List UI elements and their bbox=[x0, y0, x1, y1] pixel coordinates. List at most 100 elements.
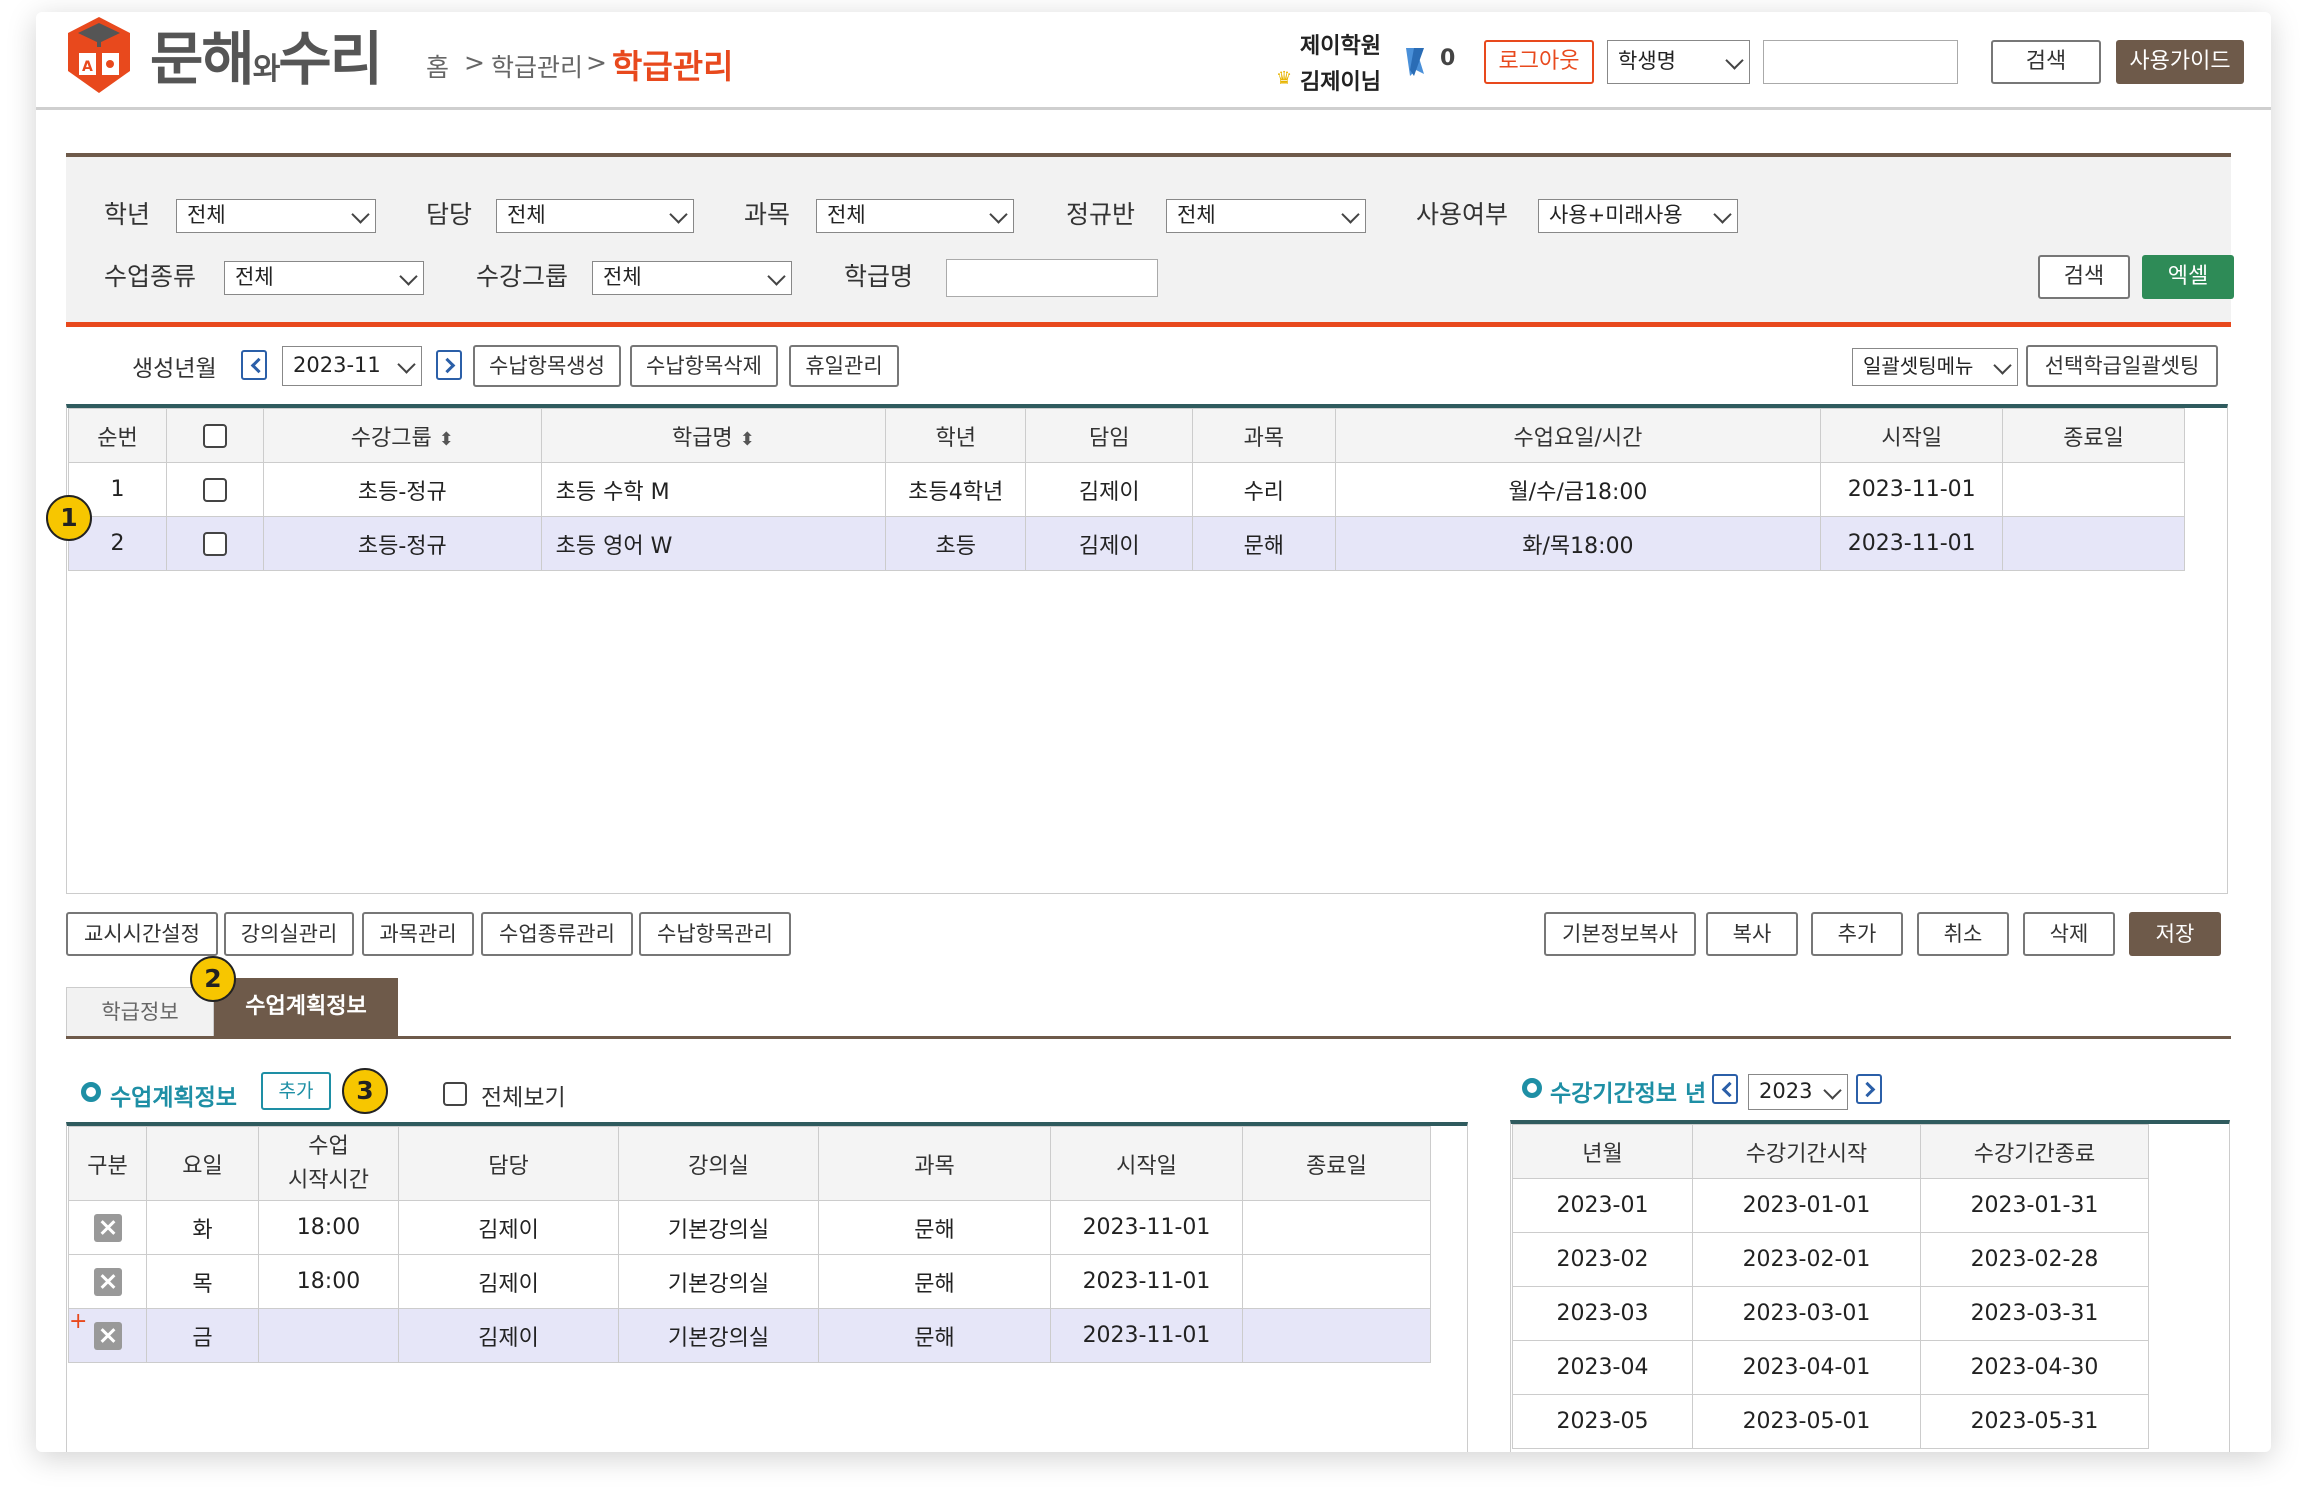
table-row[interactable]: 목 18:00 김제이 기본강의실 문해 2023-11-01 bbox=[68, 1254, 1431, 1309]
tab-plan-info[interactable]: 수업계획정보 bbox=[214, 978, 398, 1036]
chevron-down-icon bbox=[399, 267, 418, 286]
row-teacher: 김제이 bbox=[398, 1200, 619, 1255]
breadcrumb-class-manage[interactable]: 학급관리 bbox=[491, 48, 583, 84]
delete-button[interactable]: 삭제 bbox=[2023, 912, 2115, 956]
sort-icon[interactable]: ⬍ bbox=[439, 429, 454, 450]
breadcrumb-home[interactable]: 홈 bbox=[426, 48, 449, 84]
month-select[interactable]: 2023-11 bbox=[282, 346, 422, 386]
tab-class-info[interactable]: 학급정보 bbox=[66, 987, 214, 1036]
col-teacher: 담당 bbox=[398, 1126, 619, 1201]
batch-menu-value: 일괄셋팅메뉴 bbox=[1863, 354, 1974, 378]
next-month-icon[interactable] bbox=[436, 350, 462, 380]
row-checkbox[interactable] bbox=[202, 478, 227, 502]
plan-section-icon bbox=[81, 1082, 101, 1102]
app-window: A 문해와수리 홈 > 학급관리 > 학급관리 제이학원 ♛ 김제이님 0 로그… bbox=[36, 12, 2271, 1452]
subject-select[interactable]: 전체 bbox=[816, 199, 1014, 233]
row-checkbox[interactable] bbox=[202, 532, 227, 556]
table-row[interactable]: 2023-03 2023-03-01 2023-03-31 bbox=[1512, 1286, 2149, 1341]
teacher-label: 담당 bbox=[426, 200, 473, 229]
delete-row-icon[interactable] bbox=[93, 1213, 122, 1242]
save-button[interactable]: 저장 bbox=[2129, 912, 2221, 956]
classroom-button[interactable]: 강의실관리 bbox=[224, 912, 354, 956]
table-row[interactable]: + 금 김제이 기본강의실 문해 2023-11-01 bbox=[68, 1308, 1431, 1363]
svg-text:A: A bbox=[82, 59, 93, 75]
guide-button[interactable]: 사용가이드 bbox=[2116, 40, 2244, 84]
row-ym: 2023-03 bbox=[1512, 1286, 1693, 1341]
show-all-checkbox[interactable] bbox=[443, 1082, 467, 1106]
col-teacher: 담임 bbox=[1025, 408, 1194, 463]
filter-search-button[interactable]: 검색 bbox=[2038, 255, 2130, 299]
group-select[interactable]: 전체 bbox=[592, 261, 792, 295]
delete-fee-button[interactable]: 수납항목삭제 bbox=[630, 345, 778, 387]
ribbon-icon bbox=[1406, 48, 1424, 76]
row-end bbox=[2002, 516, 2185, 571]
period-section-icon bbox=[1522, 1078, 1542, 1098]
table-row[interactable]: 2023-05 2023-05-01 2023-05-31 bbox=[1512, 1394, 2149, 1449]
table-row[interactable]: 2 초등-정규 초등 영어 W 초등 김제이 문해 화/목18:00 2023-… bbox=[68, 516, 2185, 571]
chevron-down-icon bbox=[669, 205, 688, 224]
logout-button[interactable]: 로그아웃 bbox=[1484, 40, 1594, 84]
subject-manage-button[interactable]: 과목관리 bbox=[362, 912, 474, 956]
row-room: 기본강의실 bbox=[618, 1200, 819, 1255]
year-value: 2023 bbox=[1759, 1079, 1813, 1103]
row-kind bbox=[68, 1254, 147, 1309]
table-row[interactable]: 2023-04 2023-04-01 2023-04-30 bbox=[1512, 1340, 2149, 1395]
plan-grid-header: 구분 요일 수업 시작시간 담당 강의실 과목 시작일 종료일 bbox=[68, 1126, 1431, 1201]
delete-row-icon[interactable] bbox=[93, 1267, 122, 1296]
prev-year-icon[interactable] bbox=[1712, 1074, 1738, 1104]
class-grid-header: 순번 수강그룹 ⬍ 학급명 ⬍ 학년 담임 과목 수업요일/시간 시작일 종료일 bbox=[68, 408, 2185, 463]
table-row[interactable]: 화 18:00 김제이 기본강의실 문해 2023-11-01 bbox=[68, 1200, 1431, 1255]
header-search-input[interactable] bbox=[1763, 40, 1958, 84]
lesson-type-select[interactable]: 전체 bbox=[224, 261, 424, 295]
chevron-down-icon bbox=[1713, 205, 1732, 224]
teacher-select[interactable]: 전체 bbox=[496, 199, 694, 233]
plan-add-button[interactable]: 추가 bbox=[261, 1072, 331, 1110]
period-time-button[interactable]: 교시시간설정 bbox=[66, 912, 218, 956]
col-group[interactable]: 수강그룹 ⬍ bbox=[262, 408, 542, 463]
regular-select[interactable]: 전체 bbox=[1166, 199, 1366, 233]
use-select[interactable]: 사용+미래사용 bbox=[1538, 199, 1738, 233]
class-name-input[interactable] bbox=[946, 259, 1158, 297]
col-subject: 과목 bbox=[1192, 408, 1336, 463]
row-subject: 문해 bbox=[818, 1200, 1051, 1255]
row-schedule: 화/목18:00 bbox=[1334, 516, 1822, 571]
grade-select[interactable]: 전체 bbox=[176, 199, 376, 233]
col-ym: 년월 bbox=[1512, 1124, 1693, 1179]
create-fee-button[interactable]: 수납항목생성 bbox=[473, 345, 621, 387]
sort-icon[interactable]: ⬍ bbox=[740, 429, 755, 450]
col-room: 강의실 bbox=[618, 1126, 819, 1201]
table-row[interactable]: 2023-01 2023-01-01 2023-01-31 bbox=[1512, 1178, 2149, 1233]
table-row[interactable]: 2023-02 2023-02-01 2023-02-28 bbox=[1512, 1232, 2149, 1287]
cancel-button[interactable]: 취소 bbox=[1917, 912, 2009, 956]
col-period-end: 수강기간종료 bbox=[1920, 1124, 2149, 1179]
filter-panel: 학년 전체 담당 전체 과목 전체 정규반 전체 사용여부 사용+미래사용 수업… bbox=[66, 153, 2234, 327]
row-end bbox=[1242, 1308, 1431, 1363]
row-period-start: 2023-03-01 bbox=[1692, 1286, 1921, 1341]
row-check bbox=[165, 516, 264, 571]
row-ym: 2023-04 bbox=[1512, 1340, 1693, 1395]
copy-basic-button[interactable]: 기본정보복사 bbox=[1544, 912, 1696, 956]
year-select[interactable]: 2023 bbox=[1748, 1074, 1848, 1110]
fee-item-manage-button[interactable]: 수납항목관리 bbox=[639, 912, 791, 956]
row-period-end: 2023-01-31 bbox=[1920, 1178, 2149, 1233]
holiday-button[interactable]: 휴일관리 bbox=[789, 345, 899, 387]
col-name[interactable]: 학급명 ⬍ bbox=[540, 408, 887, 463]
excel-button[interactable]: 엑셀 bbox=[2142, 255, 2234, 299]
search-type-select[interactable]: 학생명 bbox=[1607, 40, 1750, 84]
lesson-type-manage-button[interactable]: 수업종류관리 bbox=[481, 912, 633, 956]
copy-button[interactable]: 복사 bbox=[1706, 912, 1798, 956]
row-grade: 초등 bbox=[885, 516, 1027, 571]
row-ym: 2023-05 bbox=[1512, 1394, 1693, 1449]
header-search-button[interactable]: 검색 bbox=[1991, 40, 2101, 84]
row-period-end: 2023-05-31 bbox=[1920, 1394, 2149, 1449]
prev-month-icon[interactable] bbox=[241, 350, 267, 380]
next-year-icon[interactable] bbox=[1856, 1074, 1882, 1104]
row-period-start: 2023-01-01 bbox=[1692, 1178, 1921, 1233]
batch-menu-select[interactable]: 일괄셋팅메뉴 bbox=[1852, 348, 2018, 386]
table-row[interactable]: 1 초등-정규 초등 수학 M 초등4학년 김제이 수리 월/수/금18:00 … bbox=[68, 462, 2185, 517]
col-check bbox=[165, 408, 264, 463]
add-button[interactable]: 추가 bbox=[1811, 912, 1903, 956]
delete-row-icon[interactable] bbox=[93, 1321, 122, 1350]
select-all-checkbox[interactable] bbox=[202, 424, 227, 448]
batch-selected-button[interactable]: 선택학급일괄셋팅 bbox=[2026, 345, 2218, 387]
